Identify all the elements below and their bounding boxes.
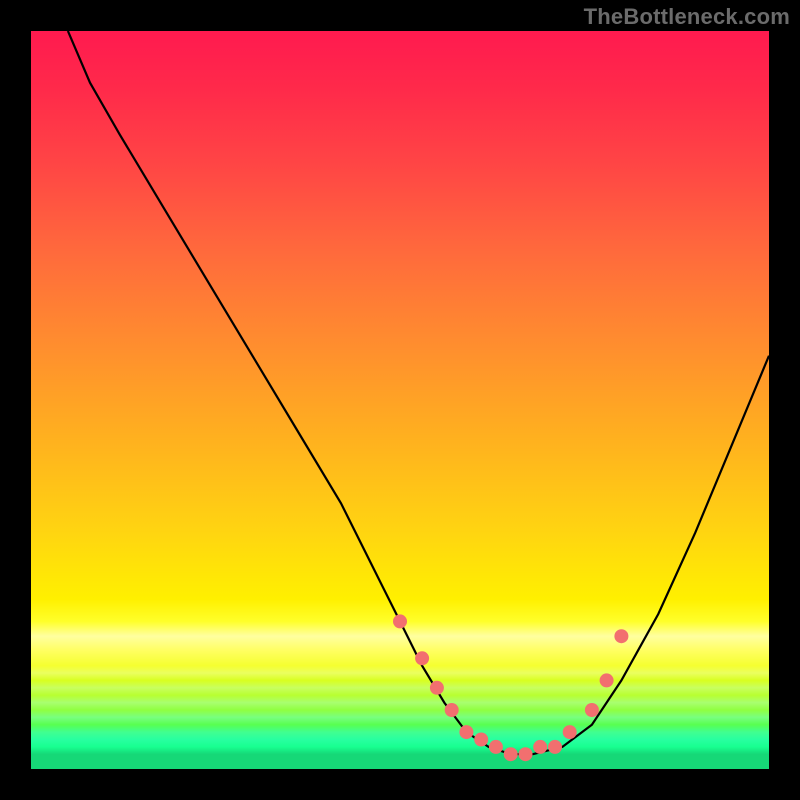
- highlight-dot: [585, 703, 599, 717]
- highlight-dot: [563, 725, 577, 739]
- highlight-dots: [393, 614, 628, 761]
- curve-svg: [31, 31, 769, 769]
- highlight-dot: [519, 747, 533, 761]
- plot-area: [31, 31, 769, 769]
- highlight-dot: [548, 740, 562, 754]
- highlight-dot: [614, 629, 628, 643]
- highlight-dot: [489, 740, 503, 754]
- highlight-dot: [600, 673, 614, 687]
- highlight-dot: [393, 614, 407, 628]
- highlight-dot: [415, 651, 429, 665]
- chart-frame: TheBottleneck.com: [0, 0, 800, 800]
- highlight-dot: [533, 740, 547, 754]
- bottleneck-curve: [68, 31, 769, 754]
- curve-line: [68, 31, 769, 754]
- highlight-dot: [474, 733, 488, 747]
- highlight-dot: [459, 725, 473, 739]
- highlight-dot: [445, 703, 459, 717]
- attribution-text: TheBottleneck.com: [584, 4, 790, 30]
- highlight-dot: [504, 747, 518, 761]
- highlight-dot: [430, 681, 444, 695]
